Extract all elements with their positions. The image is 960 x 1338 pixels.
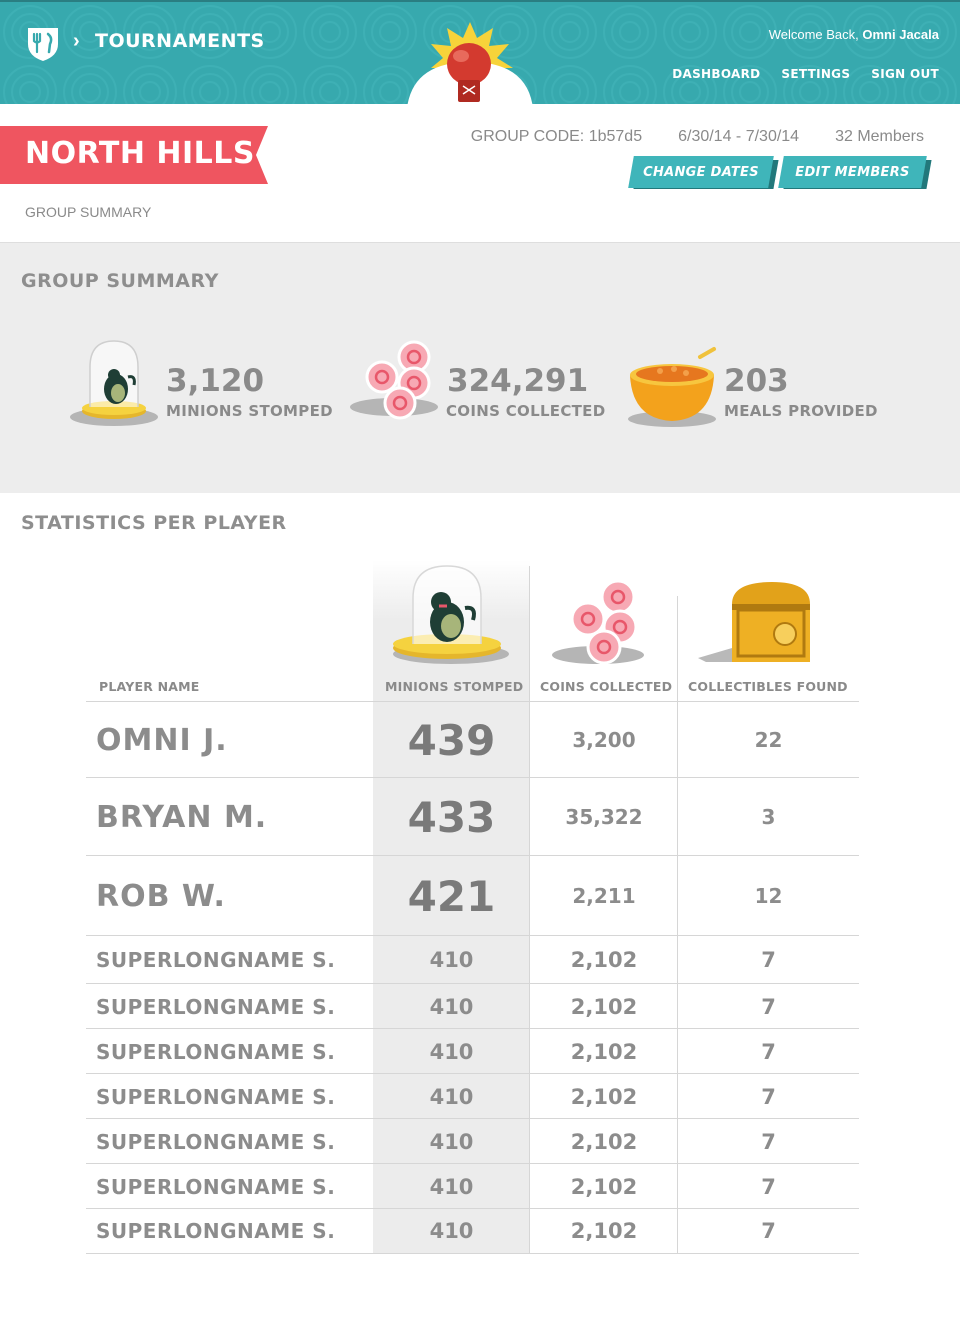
column-header-coins[interactable]: COINS COLLECTED [540, 679, 672, 694]
breadcrumb-tournaments[interactable]: TOURNAMENTS [95, 30, 265, 52]
welcome-message: Welcome Back, Omni Jacala [769, 27, 939, 42]
coins-collected: 2,102 [570, 1219, 638, 1243]
chevron-right-icon: › [73, 30, 80, 52]
change-dates-button[interactable]: CHANGE DATES [628, 156, 774, 188]
collectibles-found: 7 [761, 1219, 776, 1243]
edit-members-button[interactable]: EDIT MEMBERS [778, 156, 927, 188]
table-row: SUPERLONGNAME S. 410 2,102 7 [86, 1118, 859, 1164]
collectibles-found: 7 [761, 1129, 776, 1154]
table-row: SUPERLONGNAME S. 410 2,102 7 [86, 1163, 859, 1209]
player-name: SUPERLONGNAME S. [96, 1039, 336, 1064]
home-logo[interactable] [24, 24, 62, 62]
coins-collected: 2,102 [570, 994, 638, 1019]
player-name: BRYAN M. [96, 799, 268, 835]
collectibles-found: 7 [761, 1174, 776, 1199]
minions-stomped: 410 [429, 994, 474, 1019]
coins-collected: 35,322 [565, 805, 643, 829]
treasure-chest-icon [698, 582, 810, 662]
table-row: SUPERLONGNAME S. 410 2,102 7 [86, 1073, 859, 1119]
coins-collected: 2,211 [572, 884, 636, 908]
stat-coins-label: COINS COLLECTED [446, 402, 606, 420]
coin-pile-icon [350, 340, 438, 420]
minions-stomped: 410 [429, 1084, 474, 1109]
column-header-minions[interactable]: MINIONS STOMPED [385, 679, 523, 694]
table-row: ROB W. 421 2,211 12 [86, 855, 859, 936]
table-row: OMNI J. 439 3,200 22 [86, 701, 859, 778]
table-row: SUPERLONGNAME S. 410 2,102 7 [86, 1208, 859, 1254]
collectibles-found: 7 [761, 1084, 776, 1109]
minion-dome-icon [393, 565, 509, 664]
player-name: SUPERLONGNAME S. [96, 1129, 336, 1154]
table-row: SUPERLONGNAME S. 410 2,102 7 [86, 983, 859, 1029]
minions-stomped: 421 [407, 871, 496, 921]
collectibles-found: 7 [761, 948, 776, 972]
coins-collected: 2,102 [570, 1174, 638, 1199]
table-row: BRYAN M. 433 35,322 3 [86, 777, 859, 856]
nav-dashboard[interactable]: DASHBOARD [672, 67, 760, 81]
player-name: SUPERLONGNAME S. [96, 994, 336, 1019]
player-name: OMNI J. [96, 722, 228, 758]
coins-collected: 2,102 [570, 1084, 638, 1109]
top-nav: DASHBOARD SETTINGS SIGN OUT [672, 67, 939, 81]
table-row: SUPERLONGNAME S. 410 2,102 7 [86, 935, 859, 984]
player-name: ROB W. [96, 878, 226, 914]
table-row: SUPERLONGNAME S. 410 2,102 7 [86, 1028, 859, 1074]
nav-settings[interactable]: SETTINGS [781, 67, 850, 81]
collectibles-found: 7 [761, 1039, 776, 1064]
minions-stomped: 410 [429, 1129, 474, 1154]
group-members-count: 32 Members [835, 128, 924, 145]
minions-stomped: 439 [407, 715, 496, 765]
minions-stomped: 410 [429, 1219, 474, 1243]
coin-pile-icon [552, 579, 644, 665]
player-name: SUPERLONGNAME S. [96, 1219, 336, 1243]
column-header-collectibles[interactable]: COLLECTIBLES FOUND [688, 679, 848, 694]
group-name: NORTH HILLS [25, 136, 255, 171]
player-name: SUPERLONGNAME S. [96, 948, 336, 972]
welcome-prefix: Welcome Back, [768, 27, 863, 42]
stat-minions-value: 3,120 [166, 363, 265, 399]
stat-minions: 3,120 MINIONS STOMPED [68, 337, 333, 433]
stat-coins: 324,291 COINS COLLECTED [348, 337, 605, 433]
stat-minions-label: MINIONS STOMPED [166, 402, 333, 420]
stat-meals: 203 MEALS PROVIDED [626, 337, 886, 433]
user-name: Omni Jacala [862, 27, 939, 42]
group-dates: 6/30/14 - 7/30/14 [678, 128, 800, 145]
stat-meals-label: MEALS PROVIDED [724, 402, 878, 420]
edit-members-label: EDIT MEMBERS [795, 164, 910, 180]
group-code: GROUP CODE: 1b57d5 [470, 128, 643, 145]
group-meta: GROUP CODE: 1b57d5 6/30/14 - 7/30/14 32 … [471, 128, 924, 146]
stat-meals-value: 203 [724, 363, 789, 399]
change-dates-label: CHANGE DATES [643, 164, 759, 180]
collectibles-found: 7 [761, 994, 776, 1019]
meal-bowl-icon [628, 347, 716, 427]
player-name: SUPERLONGNAME S. [96, 1084, 336, 1109]
player-name: SUPERLONGNAME S. [96, 1174, 336, 1199]
collectibles-found: 22 [754, 728, 783, 752]
page-subtitle: GROUP SUMMARY [25, 204, 152, 220]
coins-collected: 3,200 [572, 728, 636, 752]
stat-coins-value: 324,291 [447, 363, 589, 399]
minions-stomped: 433 [407, 792, 496, 842]
players-heading: STATISTICS PER PLAYER [21, 512, 287, 534]
column-header-player: PLAYER NAME [99, 679, 200, 694]
coins-collected: 2,102 [570, 1039, 638, 1064]
coins-collected: 2,102 [570, 1129, 638, 1154]
boxing-glove-icon [407, 22, 533, 104]
collectibles-found: 3 [761, 805, 776, 829]
minion-dome-icon [70, 340, 158, 426]
fork-knife-shield-logo [28, 28, 58, 61]
coins-collected: 2,102 [570, 948, 638, 972]
minions-stomped: 410 [429, 948, 474, 972]
collectibles-found: 12 [754, 884, 783, 908]
minions-stomped: 410 [429, 1039, 474, 1064]
top-bar: › TOURNAMENTS Welcome Back, Omni Jacala … [0, 0, 960, 104]
minions-stomped: 410 [429, 1174, 474, 1199]
summary-heading: GROUP SUMMARY [21, 270, 219, 292]
nav-sign-out[interactable]: SIGN OUT [871, 67, 939, 81]
